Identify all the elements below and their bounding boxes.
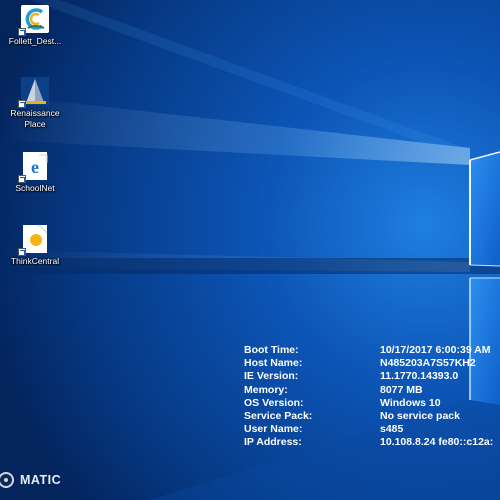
matic-logo: MATIC <box>0 469 61 491</box>
desktop-icon-label: Renaissance Place <box>10 108 60 129</box>
shortcut-arrow-icon <box>18 28 26 36</box>
info-value: No service pack <box>380 409 460 422</box>
info-label: Memory: <box>244 383 288 396</box>
info-value: Windows 10 <box>380 396 441 409</box>
info-label: IE Version: <box>244 370 299 383</box>
thinkcentral-icon <box>18 224 50 256</box>
matic-logo-text: MATIC <box>20 473 62 487</box>
info-value: s485 <box>380 423 404 436</box>
desktop-icon-label: SchoolNet <box>15 183 55 193</box>
desktop-icon-label: Follett_Dest... <box>8 36 62 46</box>
desktop-icon-follett-destiny[interactable]: Follett_Dest... <box>2 4 68 47</box>
info-label: IP Address: <box>244 436 302 449</box>
matic-logo-icon <box>0 472 14 488</box>
internet-explorer-icon: e <box>18 151 50 183</box>
renaissance-place-icon <box>18 76 50 108</box>
info-label: OS Version: <box>244 396 304 409</box>
follett-destiny-icon <box>18 4 50 36</box>
info-label: Boot Time: <box>244 344 299 356</box>
info-value: 10/17/2017 6:00:39 AM <box>380 344 491 356</box>
info-value: 11.1770.14393.0 <box>380 370 459 383</box>
info-label: User Name: <box>244 423 303 436</box>
info-value: N485203A7S57KH2 <box>380 357 476 370</box>
info-value: 10.108.8.24 fe80::c12a: <box>380 436 494 449</box>
info-label: Host Name: <box>244 357 303 370</box>
desktop-icon-label: ThinkCentral <box>10 256 60 266</box>
shortcut-arrow-icon <box>18 175 26 183</box>
desktop-icon-thinkcentral[interactable]: ThinkCentral <box>2 224 68 267</box>
shortcut-arrow-icon <box>18 248 26 256</box>
desktop-icon-schoolnet[interactable]: e SchoolNet <box>2 151 68 194</box>
info-value: 8077 MB <box>380 383 423 396</box>
desktop: Follett_Dest... Renaissance Place e Scho… <box>0 0 500 500</box>
info-label: Service Pack: <box>244 409 313 422</box>
desktop-icon-renaissance-place[interactable]: Renaissance Place <box>2 76 68 130</box>
svg-text:e: e <box>31 157 39 177</box>
shortcut-arrow-icon <box>18 100 26 108</box>
